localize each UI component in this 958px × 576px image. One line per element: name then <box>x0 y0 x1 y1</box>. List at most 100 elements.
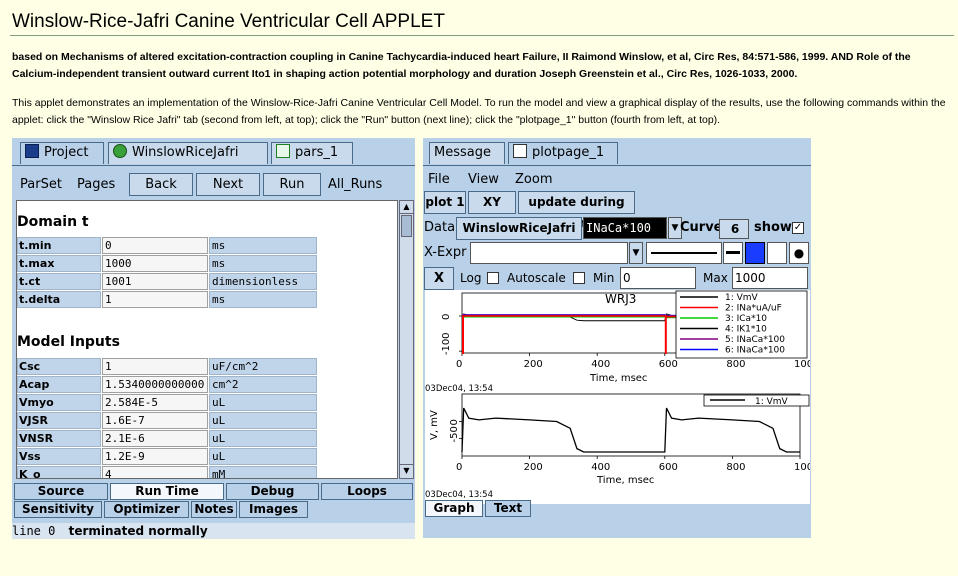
tab-strip-rule <box>12 165 415 166</box>
tab-pars-1[interactable]: pars_1 <box>271 142 353 164</box>
param-unit: ms <box>209 291 317 308</box>
param-name: Csc <box>17 358 101 375</box>
back-button[interactable]: Back <box>129 173 193 196</box>
tab-images[interactable]: Images <box>239 501 308 518</box>
tab-loops[interactable]: Loops <box>321 483 413 500</box>
menu-file[interactable]: File <box>428 169 450 191</box>
plot-canvas[interactable]: WRJ3 02004006008001000 0-100 Time, msec … <box>425 290 810 504</box>
param-name: K_o <box>17 466 101 478</box>
line-style-preview <box>651 252 717 254</box>
tab-sensitivity[interactable]: Sensitivity <box>14 501 102 518</box>
parameter-list: Domain t t.min 0 ms t.max 1000 ms t.ct 1… <box>16 200 398 479</box>
description-text: This applet demonstrates an implementati… <box>12 97 946 126</box>
x-expr-input[interactable] <box>470 242 628 264</box>
pages-menu[interactable]: Pages <box>77 174 115 196</box>
bottom-series <box>461 407 800 453</box>
autoscale-checkbox[interactable] <box>573 272 585 284</box>
param-row: Vss 1.2E-9 uL <box>17 448 317 466</box>
bottom-x-tick-label: 200 <box>524 462 543 473</box>
xy-plot-button[interactable]: XY plot <box>468 191 516 230</box>
param-name: t.min <box>17 237 101 254</box>
param-value-field[interactable]: 1.2E-9 <box>102 448 208 465</box>
show-label: show <box>754 220 792 235</box>
param-unit: uF/cm^2 <box>209 358 317 375</box>
run-button[interactable]: Run <box>263 173 321 196</box>
plot-1-button[interactable]: plot 1 <box>424 191 466 214</box>
variable-select[interactable]: INaCa*100 <box>583 217 667 239</box>
tab-source[interactable]: Source <box>14 483 108 500</box>
tab-winslowricejafri[interactable]: WinslowRiceJafri <box>108 142 268 164</box>
status-message: terminated normally <box>68 524 208 538</box>
x-max-input[interactable]: 1000 <box>732 267 808 289</box>
show-checkbox[interactable]: ✓ <box>792 222 804 234</box>
next-button[interactable]: Next <box>196 173 260 196</box>
parset-menu[interactable]: ParSet <box>20 174 62 196</box>
param-value-field[interactable]: 4 <box>102 466 208 478</box>
color-swatch-selected[interactable] <box>745 242 765 264</box>
scroll-up-icon[interactable]: ▲ <box>400 201 413 214</box>
tab-text[interactable]: Text <box>485 500 531 517</box>
bottom-x-axis-label: Time, msec <box>596 475 654 486</box>
title-divider <box>10 35 954 36</box>
tab-pars-label: pars_1 <box>295 145 339 160</box>
param-row: t.delta 1 ms <box>17 291 317 309</box>
all-runs-label[interactable]: All_Runs <box>328 174 382 196</box>
x-expr-chevron-icon[interactable]: ▼ <box>629 242 643 264</box>
line-width-button[interactable] <box>723 242 743 264</box>
tab-optimizer[interactable]: Optimizer <box>104 501 189 518</box>
top-chart-timestamp: 03Dec04, 13:54 <box>425 384 493 394</box>
param-value-field[interactable]: 1 <box>102 358 208 375</box>
param-value-field[interactable]: 2.1E-6 <box>102 430 208 447</box>
param-value-field[interactable]: 1000 <box>102 255 208 272</box>
tab-plotpage-label: plotpage_1 <box>532 145 605 160</box>
param-value-field[interactable]: 1001 <box>102 273 208 290</box>
bottom-x-tick-label: 1000 <box>794 462 810 473</box>
marker-dot-icon[interactable]: ● <box>789 242 809 264</box>
top-x-axis-label: Time, msec <box>589 373 647 384</box>
model-applet-panel: Project WinslowRiceJafri pars_1 ParSet P… <box>12 138 415 523</box>
top-x-tick-label: 800 <box>726 359 745 370</box>
top-x-tick-label: 0 <box>456 359 462 370</box>
status-bar: line 0 terminated normally <box>12 523 415 539</box>
x-min-input[interactable]: 0 <box>620 267 696 289</box>
param-value-field[interactable]: 1 <box>102 291 208 308</box>
param-name: Vmyo <box>17 394 101 411</box>
model-select-button[interactable]: WinslowRiceJafri <box>456 217 582 240</box>
bottom-y-axis-label: V, mV <box>429 410 440 440</box>
tab-run-time[interactable]: Run Time <box>110 483 224 500</box>
bottom-x-tick-label: 400 <box>591 462 610 473</box>
param-value-field[interactable]: 1.6E-7 <box>102 412 208 429</box>
tab-project[interactable]: Project <box>20 142 104 164</box>
tab-project-label: Project <box>44 145 89 160</box>
top-chart: WRJ3 02004006008001000 0-100 Time, msec … <box>425 290 810 394</box>
bottom-vmv-line <box>461 407 800 453</box>
menu-zoom[interactable]: Zoom <box>515 169 552 191</box>
param-value-field[interactable]: 2.584E-5 <box>102 394 208 411</box>
tab-message[interactable]: Message <box>429 142 505 164</box>
tab-debug[interactable]: Debug <box>226 483 319 500</box>
update-during-run-button[interactable]: update during run <box>518 191 635 230</box>
x-axis-button[interactable]: X <box>424 267 454 290</box>
tab-notes[interactable]: Notes <box>191 501 237 518</box>
menu-view[interactable]: View <box>468 169 499 191</box>
color-swatch-white[interactable] <box>767 242 787 264</box>
curve-number-field[interactable]: 6 <box>719 219 749 239</box>
tab-graph[interactable]: Graph <box>425 500 483 517</box>
data-label: Data <box>424 220 456 235</box>
param-name: t.ct <box>17 273 101 290</box>
top-y-ticks: 0 -100 <box>441 314 462 355</box>
param-name: VJSR <box>17 412 101 429</box>
scroll-thumb[interactable] <box>401 215 412 237</box>
bottom-x-tick-label: 0 <box>456 462 462 473</box>
top-y-tick-label: 0 <box>441 314 452 320</box>
top-x-tick-label: 600 <box>659 359 678 370</box>
param-value-field[interactable]: 0 <box>102 237 208 254</box>
param-unit: uL <box>209 394 317 411</box>
line-style-picker[interactable] <box>646 242 722 264</box>
scroll-down-icon[interactable]: ▼ <box>400 464 413 477</box>
parameter-scrollbar[interactable]: ▲ ▼ <box>399 200 414 479</box>
param-value-field[interactable]: 1.5340000000000 <box>102 376 208 393</box>
tab-plotpage-1[interactable]: plotpage_1 <box>508 142 618 164</box>
tab-strip-rule <box>423 165 811 166</box>
log-checkbox[interactable] <box>487 272 499 284</box>
